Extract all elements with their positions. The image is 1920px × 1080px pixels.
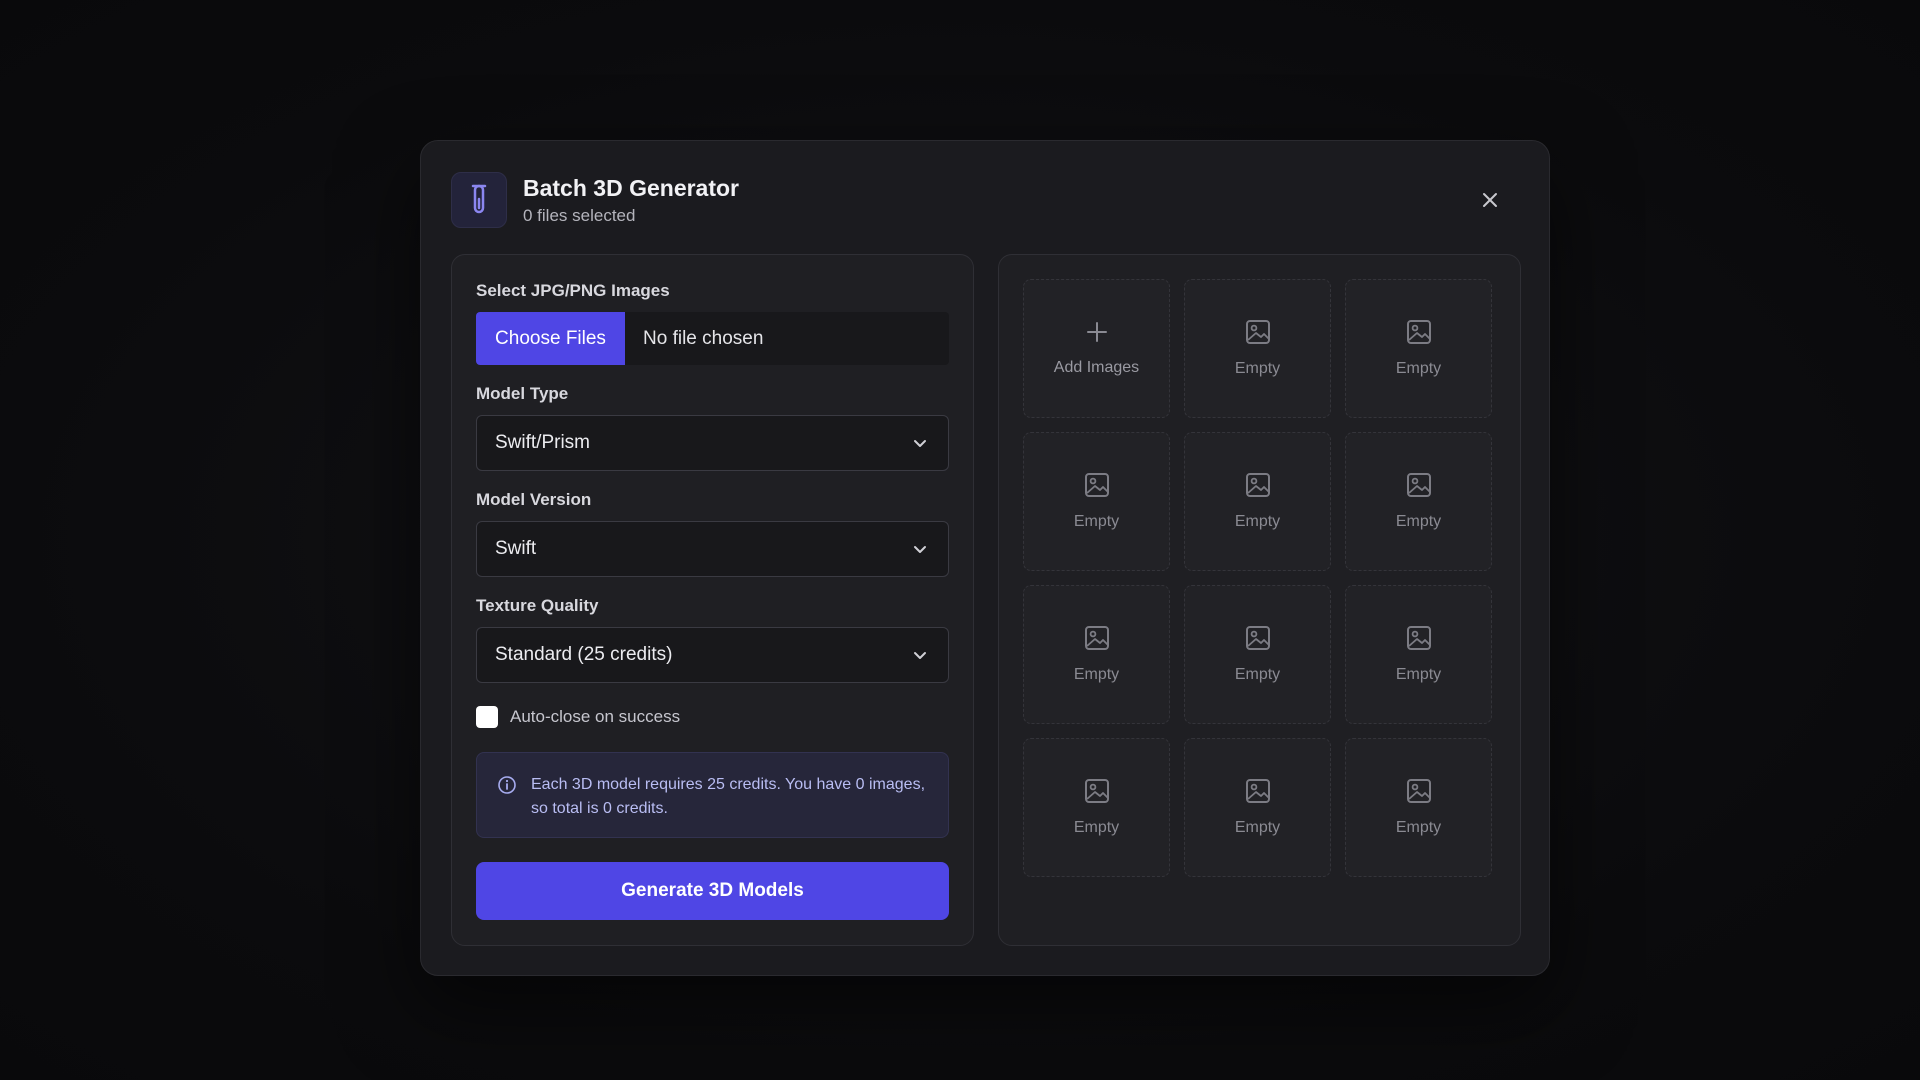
- empty-slot-label: Empty: [1234, 819, 1281, 836]
- empty-slot-label: Empty: [1234, 360, 1281, 377]
- generate-models-button[interactable]: Generate 3D Models: [476, 862, 949, 920]
- model-version-select[interactable]: Swift: [476, 521, 949, 577]
- empty-slot-label: Empty: [1395, 666, 1442, 683]
- empty-image-slot: Empty: [1345, 585, 1492, 724]
- image-icon: [1406, 472, 1432, 503]
- close-button[interactable]: [1475, 185, 1505, 215]
- model-type-select[interactable]: Swift/Prism: [476, 415, 949, 471]
- image-icon: [1406, 778, 1432, 809]
- empty-image-slot: Empty: [1023, 432, 1170, 571]
- empty-image-slot: Empty: [1023, 738, 1170, 877]
- credits-info-text: Each 3D model requires 25 credits. You h…: [531, 776, 926, 817]
- empty-slot-label: Empty: [1073, 513, 1120, 530]
- empty-image-slot: Empty: [1184, 738, 1331, 877]
- image-icon: [1245, 625, 1271, 656]
- empty-image-slot: Empty: [1184, 432, 1331, 571]
- model-type-value: Swift/Prism: [495, 432, 590, 453]
- empty-slot-label: Empty: [1073, 666, 1120, 683]
- chevron-down-icon: [914, 652, 926, 659]
- image-slot-grid: Add Images Empty Empty Empty Empty Empty Empty…: [1023, 279, 1492, 877]
- image-icon: [1245, 319, 1271, 350]
- model-version-value: Swift: [495, 538, 537, 559]
- model-type-label: Model Type: [476, 384, 569, 403]
- empty-image-slot: Empty: [1345, 432, 1492, 571]
- empty-slot-label: Empty: [1395, 360, 1442, 377]
- image-icon: [1084, 625, 1110, 656]
- texture-quality-label: Texture Quality: [476, 596, 599, 615]
- credits-info-box: Each 3D model requires 25 credits. You h…: [476, 752, 949, 838]
- model-version-label: Model Version: [476, 490, 592, 509]
- image-icon: [1406, 625, 1432, 656]
- image-grid-panel: Add Images Empty Empty Empty Empty Empty Empty…: [998, 254, 1521, 946]
- files-selected-count: 0 files selected: [523, 206, 636, 225]
- empty-image-slot: Empty: [1023, 585, 1170, 724]
- empty-image-slot: Empty: [1345, 738, 1492, 877]
- empty-slot-label: Empty: [1234, 666, 1281, 683]
- batch-generator-modal: Batch 3D Generator 0 files selected Sele…: [420, 140, 1550, 976]
- info-icon: [498, 776, 516, 794]
- image-icon: [1245, 778, 1271, 809]
- modal-title: Batch 3D Generator: [523, 175, 740, 201]
- add-images-label: Add Images: [1053, 359, 1140, 376]
- auto-close-checkbox[interactable]: [476, 706, 498, 728]
- empty-slot-label: Empty: [1234, 513, 1281, 530]
- images-label: Select JPG/PNG Images: [476, 281, 670, 300]
- no-file-text: No file chosen: [643, 327, 764, 349]
- image-icon: [1084, 778, 1110, 809]
- close-icon: [1483, 193, 1497, 207]
- image-icon: [1245, 472, 1271, 503]
- auto-close-row: Auto-close on success: [476, 706, 680, 728]
- empty-image-slot: Empty: [1345, 279, 1492, 418]
- add-images-slot[interactable]: Add Images: [1023, 279, 1170, 418]
- empty-image-slot: Empty: [1184, 279, 1331, 418]
- chevron-down-icon: [914, 440, 926, 447]
- texture-quality-value: Standard (25 credits): [495, 644, 673, 665]
- image-icon: [1084, 472, 1110, 503]
- empty-slot-label: Empty: [1395, 513, 1442, 530]
- image-icon: [1406, 319, 1432, 350]
- plus-icon: [1085, 320, 1109, 349]
- empty-slot-label: Empty: [1073, 819, 1120, 836]
- chevron-down-icon: [914, 546, 926, 553]
- auto-close-label: Auto-close on success: [510, 707, 681, 726]
- test-tube-icon: [451, 172, 507, 228]
- empty-slot-label: Empty: [1395, 819, 1442, 836]
- modal-header: Batch 3D Generator 0 files selected: [451, 171, 1519, 229]
- settings-panel: Select JPG/PNG Images Choose Files No fi…: [451, 254, 974, 946]
- empty-image-slot: Empty: [1184, 585, 1331, 724]
- texture-quality-select[interactable]: Standard (25 credits): [476, 627, 949, 683]
- file-input[interactable]: Choose Files No file chosen: [476, 312, 949, 365]
- choose-files-button[interactable]: Choose Files: [476, 312, 625, 365]
